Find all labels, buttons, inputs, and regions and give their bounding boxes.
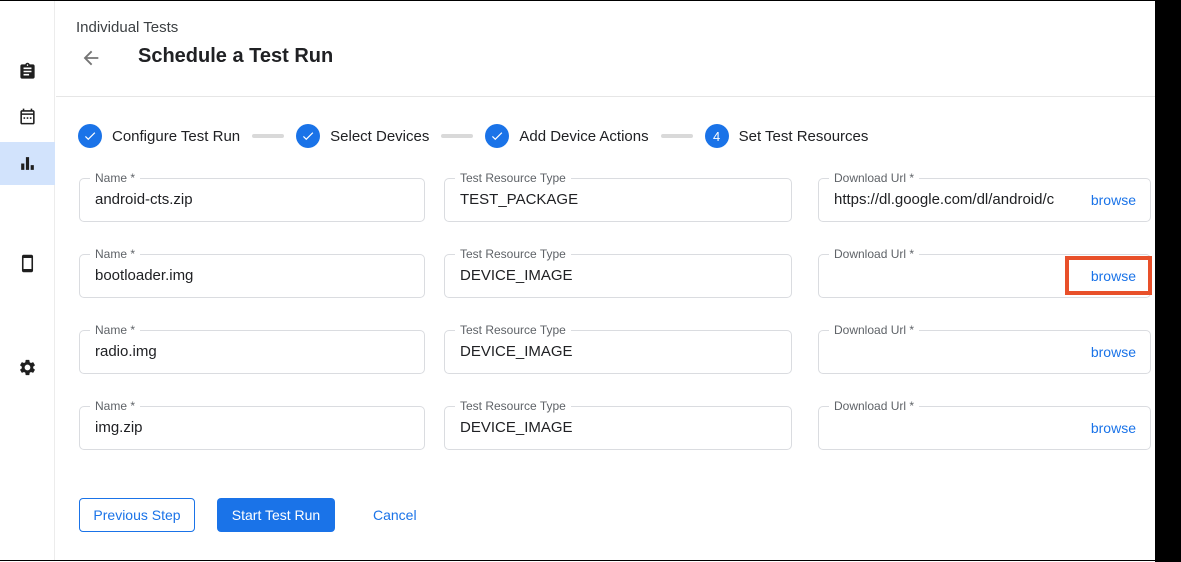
step-complete-badge: [78, 124, 102, 148]
resource-row: Name * android-cts.zip Test Resource Typ…: [56, 178, 1155, 222]
download-url-field[interactable]: Download Url * https://dl.google.com/dl/…: [818, 178, 1151, 222]
download-url-input[interactable]: [834, 407, 1078, 449]
bar-chart-icon: [18, 154, 37, 173]
name-input[interactable]: android-cts.zip: [95, 179, 416, 221]
download-url-input[interactable]: [834, 331, 1078, 373]
sidebar-item-devices[interactable]: [0, 241, 55, 285]
step-label: Set Test Resources: [739, 128, 869, 145]
header-divider: [56, 96, 1155, 97]
screenshot-black-band: [1155, 1, 1181, 562]
previous-step-button[interactable]: Previous Step: [79, 498, 195, 532]
download-url-field[interactable]: Download Url * browse: [818, 254, 1151, 298]
resource-row: Name * radio.img Test Resource Type DEVI…: [56, 330, 1155, 374]
resource-type-value[interactable]: DEVICE_IMAGE: [460, 255, 783, 297]
sidebar-item-test-runs[interactable]: [0, 142, 55, 185]
step-configure-test-run[interactable]: Configure Test Run: [78, 124, 240, 148]
resource-type-value[interactable]: DEVICE_IMAGE: [460, 407, 783, 449]
cancel-button[interactable]: Cancel: [373, 498, 417, 532]
step-add-device-actions[interactable]: Add Device Actions: [485, 124, 648, 148]
calendar-icon: [18, 107, 37, 126]
action-bar: Previous Step Start Test Run Cancel: [56, 498, 1155, 532]
name-field[interactable]: Name * android-cts.zip: [79, 178, 425, 222]
stepper-connector: [441, 134, 473, 138]
sidebar-item-plans[interactable]: [0, 94, 55, 138]
sidebar-item-tests[interactable]: [0, 49, 55, 93]
gear-icon: [18, 358, 37, 377]
resource-type-value[interactable]: DEVICE_IMAGE: [460, 331, 783, 373]
step-complete-badge: [296, 124, 320, 148]
resource-type-field[interactable]: Test Resource Type DEVICE_IMAGE: [444, 330, 792, 374]
step-set-test-resources[interactable]: 4 Set Test Resources: [705, 124, 869, 148]
browse-link[interactable]: browse: [1091, 407, 1136, 449]
arrow-back-icon: [80, 47, 102, 69]
page-title: Schedule a Test Run: [138, 45, 333, 68]
breadcrumb: Individual Tests: [76, 19, 178, 36]
step-label: Add Device Actions: [519, 128, 648, 145]
download-url-field[interactable]: Download Url * browse: [818, 330, 1151, 374]
name-input[interactable]: img.zip: [95, 407, 416, 449]
check-icon: [490, 129, 504, 143]
start-test-run-button[interactable]: Start Test Run: [217, 498, 335, 532]
step-label: Configure Test Run: [112, 128, 240, 145]
resource-row: Name * img.zip Test Resource Type DEVICE…: [56, 406, 1155, 450]
name-field[interactable]: Name * radio.img: [79, 330, 425, 374]
browse-link[interactable]: browse: [1091, 331, 1136, 373]
smartphone-icon: [18, 254, 37, 273]
step-label: Select Devices: [330, 128, 429, 145]
download-url-field[interactable]: Download Url * browse: [818, 406, 1151, 450]
stepper-connector: [661, 134, 693, 138]
name-field[interactable]: Name * bootloader.img: [79, 254, 425, 298]
name-field[interactable]: Name * img.zip: [79, 406, 425, 450]
name-input[interactable]: radio.img: [95, 331, 416, 373]
clipboard-icon: [18, 62, 37, 81]
step-number-badge: 4: [705, 124, 729, 148]
resource-type-field[interactable]: Test Resource Type TEST_PACKAGE: [444, 178, 792, 222]
sidebar-item-settings[interactable]: [0, 345, 55, 389]
check-icon: [83, 129, 97, 143]
back-button[interactable]: [80, 47, 102, 69]
check-icon: [301, 129, 315, 143]
step-complete-badge: [485, 124, 509, 148]
resource-type-field[interactable]: Test Resource Type DEVICE_IMAGE: [444, 406, 792, 450]
download-url-input[interactable]: [834, 255, 1078, 297]
stepper-connector: [252, 134, 284, 138]
main-content: Individual Tests Schedule a Test Run Con…: [56, 1, 1155, 560]
resource-type-value[interactable]: TEST_PACKAGE: [460, 179, 783, 221]
resource-row: Name * bootloader.img Test Resource Type…: [56, 254, 1155, 298]
step-select-devices[interactable]: Select Devices: [296, 124, 429, 148]
resource-type-field[interactable]: Test Resource Type DEVICE_IMAGE: [444, 254, 792, 298]
download-url-input[interactable]: https://dl.google.com/dl/android/c: [834, 179, 1078, 221]
name-input[interactable]: bootloader.img: [95, 255, 416, 297]
browse-link[interactable]: browse: [1091, 179, 1136, 221]
sidebar: [0, 1, 55, 560]
browse-link[interactable]: browse: [1091, 255, 1136, 297]
stepper: Configure Test Run Select Devices Add De…: [78, 124, 868, 148]
